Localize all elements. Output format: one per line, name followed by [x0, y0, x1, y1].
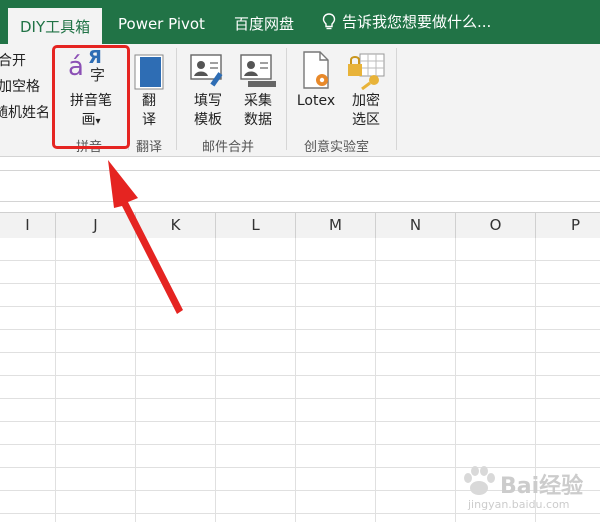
- grid-row-line: [0, 398, 600, 399]
- translate-icon: [134, 54, 164, 90]
- fill-template-label-line1: 填写: [194, 93, 222, 109]
- ribbon-tab-bar: DIY工具箱 Power Pivot 百度网盘 告诉我您想要做什么...: [0, 0, 600, 44]
- grid-row-line: [0, 352, 600, 353]
- collect-data-label-line2: 数据: [244, 112, 272, 128]
- grid-column-line: [295, 238, 296, 522]
- collect-data-label-line1: 采集: [244, 93, 272, 109]
- lotex-label: Lotex: [296, 93, 336, 109]
- grid-row-line: [0, 375, 600, 376]
- grid-row-line: [0, 283, 600, 284]
- column-header-l[interactable]: L: [216, 213, 296, 238]
- translate-label-line1: 翻: [142, 93, 156, 109]
- encrypt-label-line2: 选区: [352, 112, 380, 128]
- tab-power-pivot[interactable]: Power Pivot: [118, 0, 205, 44]
- column-header-i[interactable]: I: [0, 213, 56, 238]
- group-separator: [396, 48, 397, 150]
- translate-button[interactable]: 翻 译: [132, 48, 166, 130]
- watermark-text: Bai经验: [500, 474, 584, 499]
- grid-column-line: [375, 238, 376, 522]
- paw-logo-icon: [464, 466, 495, 495]
- column-header-m[interactable]: M: [296, 213, 376, 238]
- lightbulb-icon: [322, 13, 336, 30]
- lotex-button[interactable]: Lotex: [292, 48, 340, 130]
- ribbon-spacer: [0, 157, 600, 170]
- translate-label-line2: 译: [142, 112, 156, 128]
- grid-column-line: [215, 238, 216, 522]
- encrypt-label-line1: 加密: [352, 93, 380, 109]
- group-label-mail-merge: 邮件合并: [202, 140, 255, 155]
- grid-column-line: [455, 238, 456, 522]
- column-header-k[interactable]: K: [136, 213, 216, 238]
- highlight-box: [52, 45, 130, 149]
- tab-baidu-netdisk[interactable]: 百度网盘: [234, 0, 294, 44]
- fill-template-label-line2: 模板: [194, 112, 222, 128]
- column-header-n[interactable]: N: [376, 213, 456, 238]
- column-header-p[interactable]: P: [536, 213, 600, 238]
- grid-column-line: [55, 238, 56, 522]
- grid-row-line: [0, 260, 600, 261]
- grid-row-line: [0, 306, 600, 307]
- collect-data-icon: [240, 54, 276, 87]
- encrypt-selection-button[interactable]: 加密 选区: [344, 48, 388, 130]
- lock-icon: [348, 53, 385, 90]
- tell-me-label: 告诉我您想要做什么...: [342, 13, 492, 31]
- fill-template-button[interactable]: 填写 模板: [186, 48, 230, 130]
- group-label-creative-lab: 创意实验室: [304, 140, 370, 155]
- column-header-row: I J K L M N O P: [0, 212, 600, 239]
- lotex-icon: [303, 51, 329, 89]
- watermark-url: jingyan.baidu.com: [468, 498, 570, 511]
- column-header-j[interactable]: J: [56, 213, 136, 238]
- grid-row-line: [0, 329, 600, 330]
- group-separator: [286, 48, 287, 150]
- baidu-jingyan-watermark: Bai经验 jingyan.baidu.com: [460, 462, 590, 514]
- group-label-translate: 翻译: [136, 140, 163, 155]
- add-space-button[interactable]: 加空格: [0, 76, 40, 96]
- formula-bar[interactable]: [0, 170, 600, 202]
- collect-data-button[interactable]: 采集 数据: [236, 48, 280, 130]
- random-name-button[interactable]: 随机姓名: [0, 102, 50, 122]
- column-header-o[interactable]: O: [456, 213, 536, 238]
- tab-diy-toolbox[interactable]: DIY工具箱: [8, 8, 103, 44]
- merge-button[interactable]: 合开: [0, 50, 26, 70]
- group-separator: [176, 48, 177, 150]
- grid-row-line: [0, 444, 600, 445]
- grid-column-line: [135, 238, 136, 522]
- tell-me-search[interactable]: 告诉我您想要做什么...: [322, 0, 491, 44]
- grid-row-line: [0, 421, 600, 422]
- fill-template-icon: [190, 54, 223, 87]
